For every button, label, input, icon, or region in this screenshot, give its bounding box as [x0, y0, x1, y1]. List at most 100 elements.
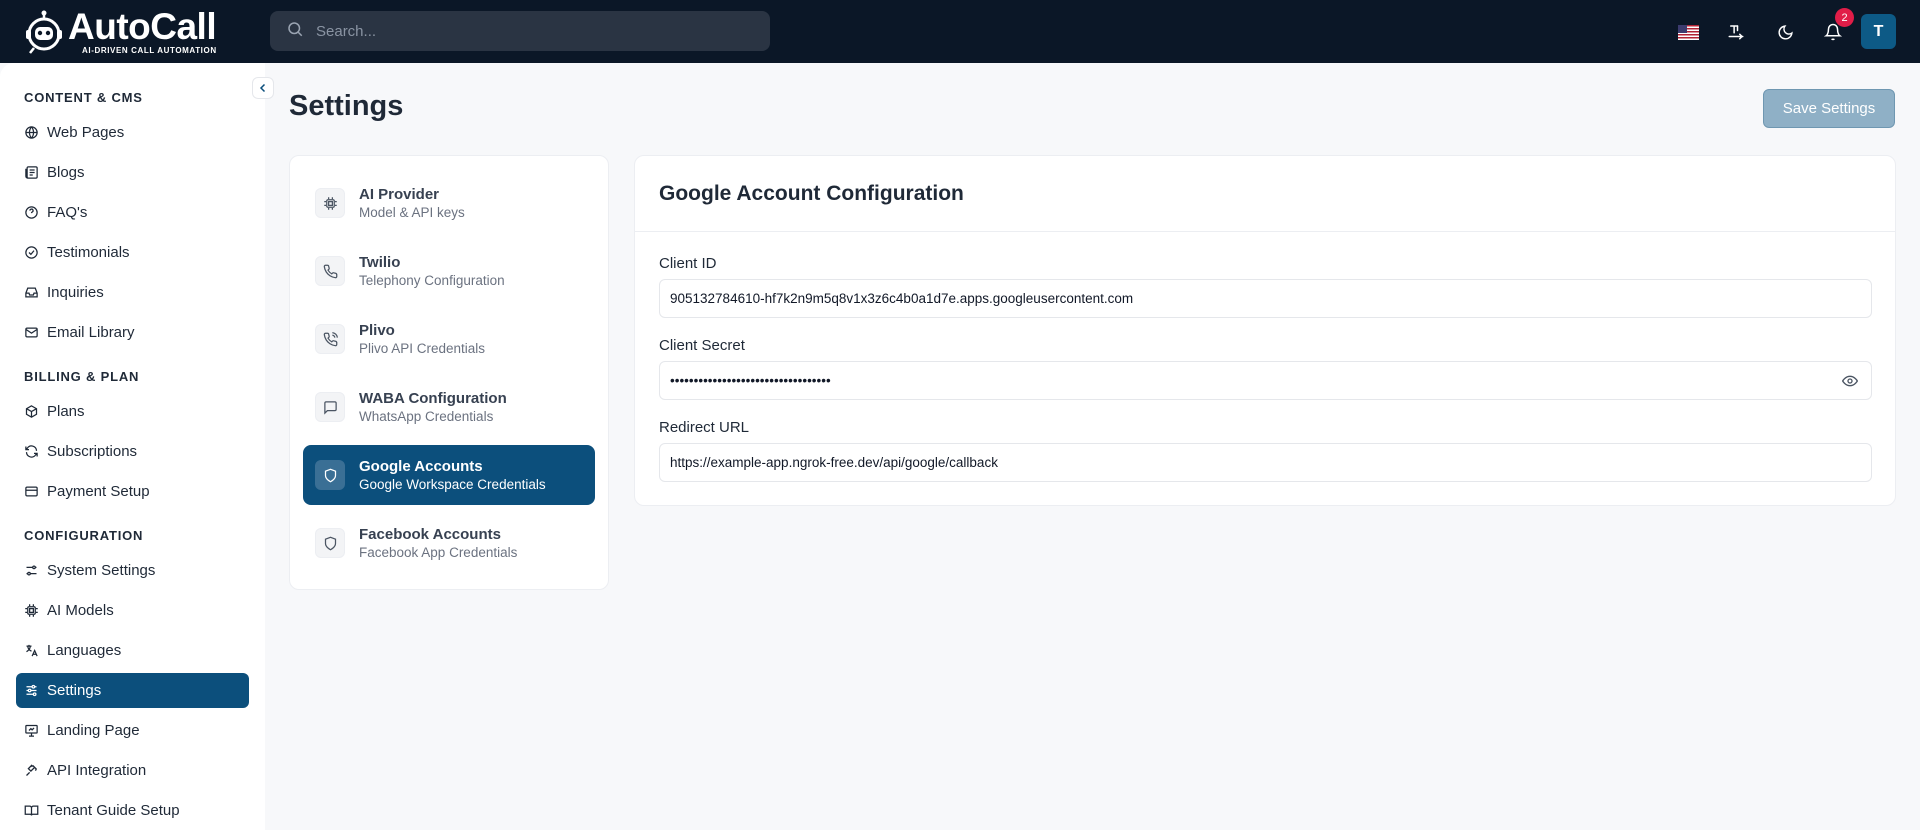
autocall-logo[interactable]: AutoCall AI-DRIVEN CALL AUTOMATION [24, 8, 217, 56]
sidebar-item-subscriptions[interactable]: Subscriptions [16, 434, 249, 469]
config-header: Google Account Configuration [635, 156, 1895, 232]
sidebar-item-label: Web Pages [47, 124, 125, 141]
tab-plivo[interactable]: Plivo Plivo API Credentials [303, 309, 595, 369]
client-id-field[interactable] [659, 279, 1872, 318]
mail-icon [25, 327, 38, 338]
package-icon [25, 405, 38, 418]
sidebar-item-languages[interactable]: Languages [16, 633, 249, 668]
sidebar-item-label: Blogs [47, 164, 85, 181]
refresh-icon [25, 445, 38, 458]
book-open-icon [24, 805, 39, 816]
top-bar: AutoCall AI-DRIVEN CALL AUTOMATION 2 T [0, 0, 1920, 63]
redirect-url-input[interactable] [670, 455, 1820, 470]
sidebar: CONTENT & CMS Web Pages Blogs FAQ's Test… [0, 63, 265, 830]
save-settings-button[interactable]: Save Settings [1763, 89, 1895, 128]
tab-ai-provider[interactable]: AI Provider Model & API keys [303, 173, 595, 233]
section-title-billing-plan: BILLING & PLAN [24, 369, 140, 384]
config-title: Google Account Configuration [659, 181, 964, 205]
presentation-icon [25, 724, 38, 737]
phone-call-icon [315, 324, 345, 354]
client-secret-input[interactable] [670, 373, 1820, 388]
tab-subtitle: Facebook App Credentials [359, 545, 518, 560]
sidebar-item-label: Tenant Guide Setup [47, 802, 180, 819]
settings-tabs-panel: AI Provider Model & API keys Twilio Tele… [289, 155, 609, 590]
sidebar-item-email-library[interactable]: Email Library [16, 315, 249, 350]
search-icon [286, 20, 304, 43]
client-id-label: Client ID [659, 255, 717, 272]
sidebar-item-label: System Settings [47, 562, 156, 579]
sidebar-item-landing-page[interactable]: Landing Page [16, 713, 249, 748]
globe-icon [25, 126, 38, 139]
settings-sliders-icon [26, 684, 37, 697]
moon-icon[interactable] [1772, 19, 1798, 45]
sidebar-item-web-pages[interactable]: Web Pages [16, 115, 249, 150]
client-secret-label: Client Secret [659, 337, 745, 354]
section-title-configuration: CONFIGURATION [24, 528, 144, 543]
tab-title: WABA Configuration [359, 390, 507, 407]
sidebar-item-tenant-guide-setup[interactable]: Tenant Guide Setup [16, 793, 249, 828]
message-square-icon [315, 392, 345, 422]
sidebar-item-label: Languages [47, 642, 122, 659]
tab-subtitle: Telephony Configuration [359, 273, 505, 288]
client-secret-field[interactable] [659, 361, 1872, 400]
tab-title: Google Accounts [359, 458, 483, 475]
sidebar-item-label: Testimonials [47, 244, 130, 261]
sidebar-item-api-integration[interactable]: API Integration [16, 753, 249, 788]
notification-badge: 2 [1835, 8, 1854, 27]
sidebar-item-faqs[interactable]: FAQ's [16, 195, 249, 230]
tab-title: AI Provider [359, 186, 440, 203]
cpu-icon [25, 604, 38, 617]
sidebar-item-label: Payment Setup [47, 483, 150, 500]
sidebar-collapse-button[interactable] [252, 77, 274, 99]
sidebar-item-testimonials[interactable]: Testimonials [16, 235, 249, 270]
sidebar-item-label: Inquiries [47, 284, 104, 301]
eye-icon[interactable] [1841, 373, 1859, 389]
tab-subtitle: Google Workspace Credentials [359, 477, 546, 492]
robot-logo-icon [24, 10, 64, 54]
sliders-icon [26, 565, 37, 576]
tab-waba-configuration[interactable]: WABA Configuration WhatsApp Credentials [303, 377, 595, 437]
sidebar-item-blogs[interactable]: Blogs [16, 155, 249, 190]
tab-facebook-accounts[interactable]: Facebook Accounts Facebook App Credentia… [303, 513, 595, 573]
tab-subtitle: Model & API keys [359, 205, 465, 220]
search-input[interactable] [316, 22, 736, 40]
shield-icon [315, 528, 345, 558]
text-direction-icon[interactable] [1723, 19, 1749, 45]
credit-card-icon [25, 486, 38, 497]
phone-icon [315, 256, 345, 286]
sidebar-item-label: AI Models [47, 602, 114, 619]
sidebar-item-label: Email Library [47, 324, 135, 341]
logo-tagline: AI-DRIVEN CALL AUTOMATION [82, 46, 217, 55]
tab-title: Plivo [359, 322, 395, 339]
sidebar-item-label: Subscriptions [47, 443, 138, 460]
sidebar-item-system-settings[interactable]: System Settings [16, 553, 249, 588]
cpu-icon [315, 188, 345, 218]
sidebar-item-payment-setup[interactable]: Payment Setup [16, 474, 249, 509]
sidebar-item-label: Settings [47, 682, 102, 699]
us-flag-icon[interactable] [1675, 19, 1701, 45]
languages-icon [26, 644, 38, 657]
tab-twilio[interactable]: Twilio Telephony Configuration [303, 241, 595, 301]
search-bar[interactable] [270, 11, 770, 51]
sidebar-item-ai-models[interactable]: AI Models [16, 593, 249, 628]
sidebar-item-settings[interactable]: Settings [16, 673, 249, 708]
chevron-left-icon [259, 83, 266, 93]
sidebar-item-label: Landing Page [47, 722, 140, 739]
section-title-content-cms: CONTENT & CMS [24, 90, 143, 105]
inbox-icon [25, 287, 38, 298]
sidebar-item-label: Plans [47, 403, 85, 420]
redirect-url-label: Redirect URL [659, 419, 750, 436]
shield-icon [315, 460, 345, 490]
redirect-url-field[interactable] [659, 443, 1872, 482]
help-circle-icon [25, 206, 38, 219]
sidebar-item-inquiries[interactable]: Inquiries [16, 275, 249, 310]
check-circle-icon [25, 246, 38, 259]
tab-google-accounts[interactable]: Google Accounts Google Workspace Credent… [303, 445, 595, 505]
user-avatar[interactable]: T [1861, 14, 1896, 49]
logo-wordmark: AutoCall [68, 6, 217, 47]
tab-subtitle: WhatsApp Credentials [359, 409, 494, 424]
sidebar-item-plans[interactable]: Plans [16, 394, 249, 429]
tab-subtitle: Plivo API Credentials [359, 341, 486, 356]
client-id-input[interactable] [670, 291, 1820, 306]
newspaper-icon [25, 166, 38, 179]
